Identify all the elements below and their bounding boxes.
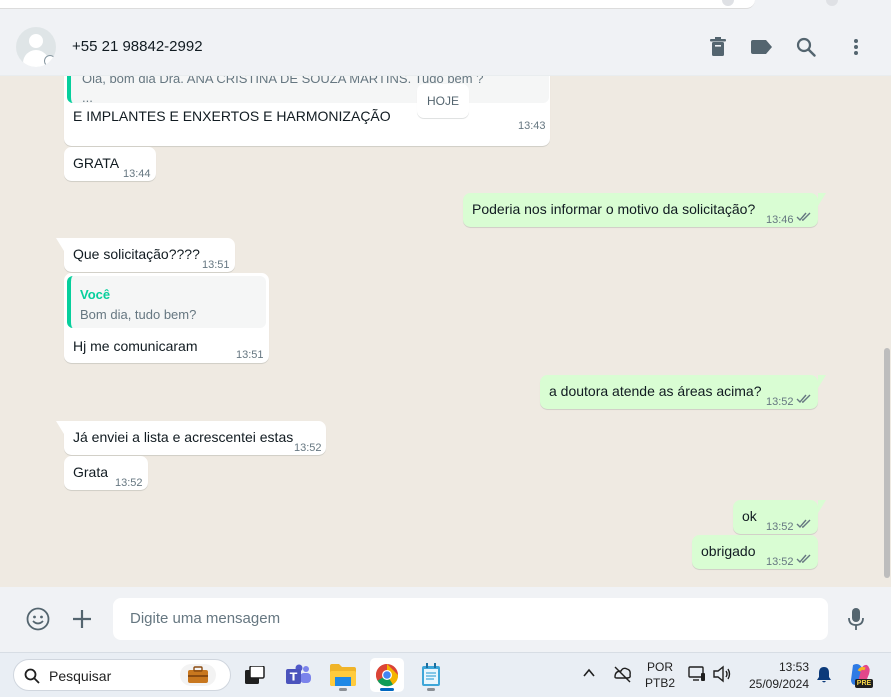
message-time: 13:52 [766,556,794,568]
double-check-icon [796,394,811,404]
search-icon[interactable] [794,35,818,59]
search-icon [24,668,40,684]
message-bubble-incoming[interactable]: Olá, bom dia Dra. ANA CRISTINA DE SOUZA … [64,76,550,146]
menu-icon[interactable] [844,35,868,59]
browser-url-bar-edge [0,0,755,9]
scrollbar-thumb[interactable] [884,348,890,578]
quoted-message[interactable]: Olá, bom dia Dra. ANA CRISTINA DE SOUZA … [67,76,549,103]
svg-text:T: T [290,671,298,684]
message-bubble-incoming[interactable]: Grata 13:52 [64,456,148,490]
double-check-icon [796,519,811,529]
chevron-up-icon[interactable] [583,668,595,678]
message-time: 13:44 [123,168,151,180]
copilot-preview-badge: PRE [855,679,873,688]
chat-scrollbar[interactable] [883,76,891,587]
message-input-placeholder: Digite uma mensagem [130,610,281,627]
message-time: 13:46 [766,214,794,226]
chat-messages-pane[interactable]: Olá, bom dia Dra. ANA CRISTINA DE SOUZA … [0,76,883,587]
message-bubble-outgoing[interactable]: obrigado 13:52 [692,535,818,569]
message-bubble-incoming[interactable]: Já enviei a lista e acrescentei estas 13… [56,421,326,455]
chrome-icon[interactable] [370,658,404,692]
notepad-icon[interactable] [414,658,448,692]
label-icon[interactable] [750,35,774,59]
attach-plus-icon[interactable] [69,606,95,632]
message-text: obrigado [701,543,756,559]
task-view-icon[interactable] [238,658,272,692]
quoted-preview-ellipsis: ... [82,90,93,103]
quoted-text: Bom dia, tudo bem? [80,307,197,322]
date-chip: HOJE [417,84,469,118]
message-time: 13:52 [294,442,322,454]
network-icon[interactable] [688,665,706,683]
message-bubble-incoming[interactable]: Que solicitação???? 13:51 [56,238,235,272]
message-text: E IMPLANTES E ENXERTOS E HARMONIZAÇÃO [73,108,391,124]
composer-bar: Digite uma mensagem [0,587,891,652]
message-time: 13:51 [236,349,264,361]
volume-icon[interactable] [712,665,732,683]
taskbar-search-box[interactable]: Pesquisar [13,659,231,691]
taskbar-search-label: Pesquisar [49,668,112,684]
message-text: a doutora atende as áreas acima? [549,383,762,399]
emoji-icon[interactable] [25,606,51,632]
message-text: Grata [73,464,109,480]
avatar-default-icon[interactable] [16,27,56,67]
notification-bell-icon[interactable] [816,666,832,684]
message-time: 13:52 [115,477,143,489]
microphone-icon[interactable] [843,606,869,632]
file-explorer-icon[interactable] [326,658,360,692]
quoted-author: Você [80,287,111,302]
contact-name[interactable]: +55 21 98842-2992 [72,38,203,55]
message-bubble-outgoing[interactable]: ok 13:52 [733,500,826,534]
message-text: Já enviei a lista e acrescentei estas [73,429,294,445]
input-language-top[interactable]: POR [644,660,676,674]
message-text: Que solicitação???? [73,246,200,262]
teams-icon[interactable]: T [282,658,316,692]
message-text: Poderia nos informar o motivo da solicit… [472,201,756,217]
input-language-bottom[interactable]: PTB2 [642,676,678,690]
message-time: 13:43 [518,120,546,132]
briefcase-icon [180,664,216,686]
quoted-message[interactable]: Você Bom dia, tudo bem? [67,276,266,328]
message-bubble-incoming[interactable]: GRATA 13:44 [64,147,156,181]
message-text: ok [742,508,757,524]
copilot-icon[interactable]: PRE [847,662,873,688]
clock-date[interactable]: 25/09/2024 [742,677,816,691]
message-bubble-incoming-reply[interactable]: Você Bom dia, tudo bem? Hj me comunicara… [64,273,269,363]
double-check-icon [796,554,811,564]
clock-time[interactable]: 13:53 [770,660,818,674]
message-bubble-outgoing[interactable]: Poderia nos informar o motivo da solicit… [463,193,826,227]
message-time: 13:52 [766,396,794,408]
sync-off-icon[interactable] [612,665,632,683]
browser-top-strip [0,0,891,17]
message-text: Hj me comunicaram [73,338,198,354]
os-taskbar: Pesquisar T POR PTB2 13:53 25/09/2024 PR… [0,652,891,697]
chat-header: +55 21 98842-2992 [0,17,891,76]
message-bubble-outgoing[interactable]: a doutora atende as áreas acima? 13:52 [540,375,826,409]
profile-icon[interactable] [826,0,838,6]
delete-icon[interactable] [706,35,730,59]
double-check-icon [796,212,811,222]
message-input[interactable]: Digite uma mensagem [113,598,828,640]
message-text: GRATA [73,155,120,171]
